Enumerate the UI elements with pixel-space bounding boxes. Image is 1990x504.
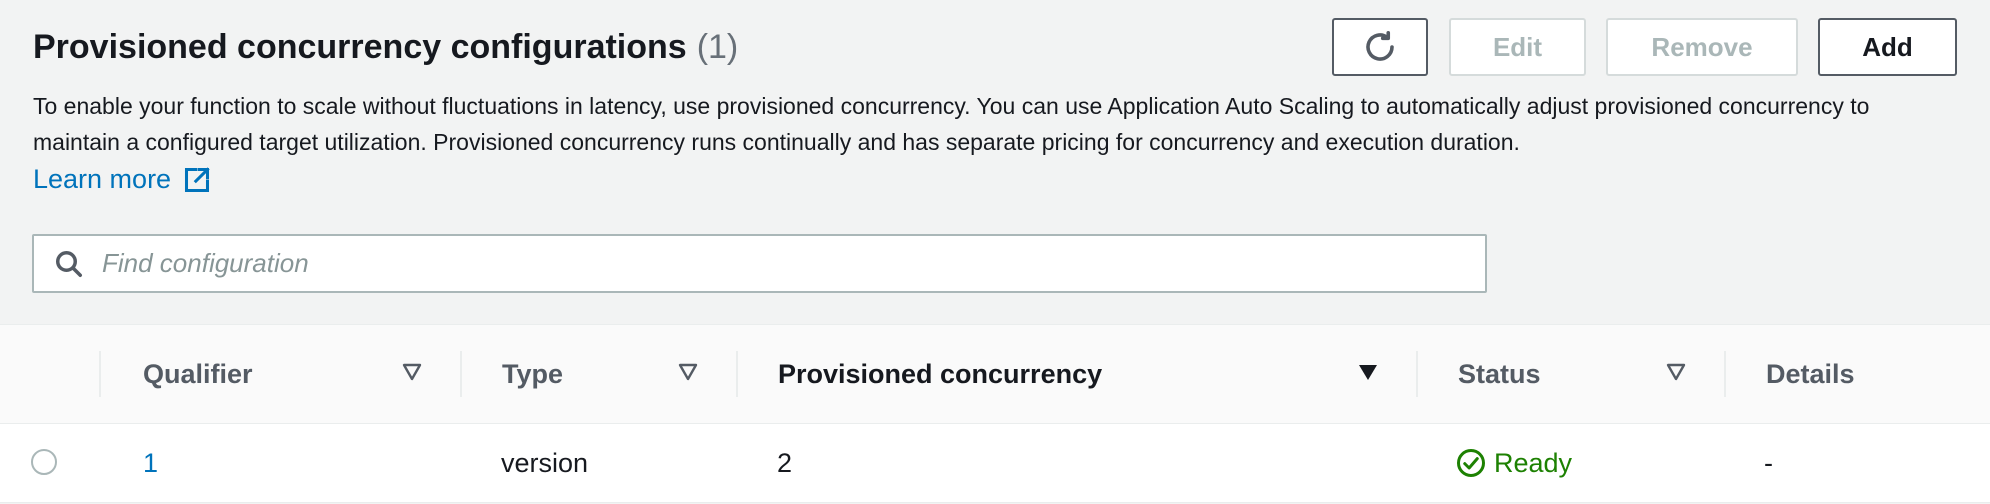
- search-icon: [56, 250, 82, 277]
- refresh-icon: [1366, 30, 1394, 61]
- search-input[interactable]: [100, 247, 1404, 280]
- sort-triangle-icon[interactable]: [1665, 361, 1687, 383]
- table-row[interactable]: 1 version 2 Ready -: [0, 424, 1990, 503]
- qualifier-link[interactable]: 1: [143, 424, 158, 502]
- status-label: Ready: [1494, 447, 1573, 478]
- config-count: (1): [696, 28, 739, 66]
- row-select-radio[interactable]: [31, 449, 57, 475]
- search-box[interactable]: [32, 234, 1487, 293]
- check-circle-icon: [1457, 449, 1485, 477]
- column-divider: [99, 351, 101, 397]
- remove-button[interactable]: Remove: [1606, 18, 1798, 76]
- column-divider: [1724, 351, 1726, 397]
- configurations-table: Qualifier Type Provisioned concurrency S…: [0, 324, 1990, 503]
- add-button[interactable]: Add: [1818, 18, 1957, 76]
- column-header-status[interactable]: Status: [1458, 325, 1541, 423]
- column-header-provisioned-concurrency[interactable]: Provisioned concurrency: [778, 325, 1102, 423]
- type-cell: version: [501, 447, 589, 478]
- page-title: Provisioned concurrency configurations: [33, 28, 687, 66]
- sort-triangle-icon[interactable]: [401, 361, 423, 383]
- edit-button[interactable]: Edit: [1449, 18, 1586, 76]
- title-row: Provisioned concurrency configurations (…: [33, 28, 738, 67]
- table-header: Qualifier Type Provisioned concurrency S…: [0, 324, 1990, 424]
- learn-more-label: Learn more: [33, 164, 172, 194]
- details-cell: -: [1764, 447, 1773, 478]
- description-text: To enable your function to scale without…: [33, 93, 1870, 155]
- learn-more-link[interactable]: Learn more: [33, 164, 211, 195]
- column-header-details: Details: [1766, 358, 1855, 389]
- status-cell: Ready: [1456, 424, 1572, 502]
- column-divider: [1416, 351, 1418, 397]
- provisioned-concurrency-cell: 2: [777, 447, 793, 478]
- column-header-qualifier[interactable]: Qualifier: [143, 325, 253, 423]
- refresh-button[interactable]: [1332, 18, 1428, 76]
- sort-descending-icon[interactable]: [1357, 361, 1379, 383]
- external-link-icon: [185, 166, 210, 192]
- column-divider: [736, 351, 738, 397]
- column-divider: [460, 351, 462, 397]
- sort-triangle-icon[interactable]: [677, 361, 699, 383]
- column-header-type[interactable]: Type: [502, 325, 563, 423]
